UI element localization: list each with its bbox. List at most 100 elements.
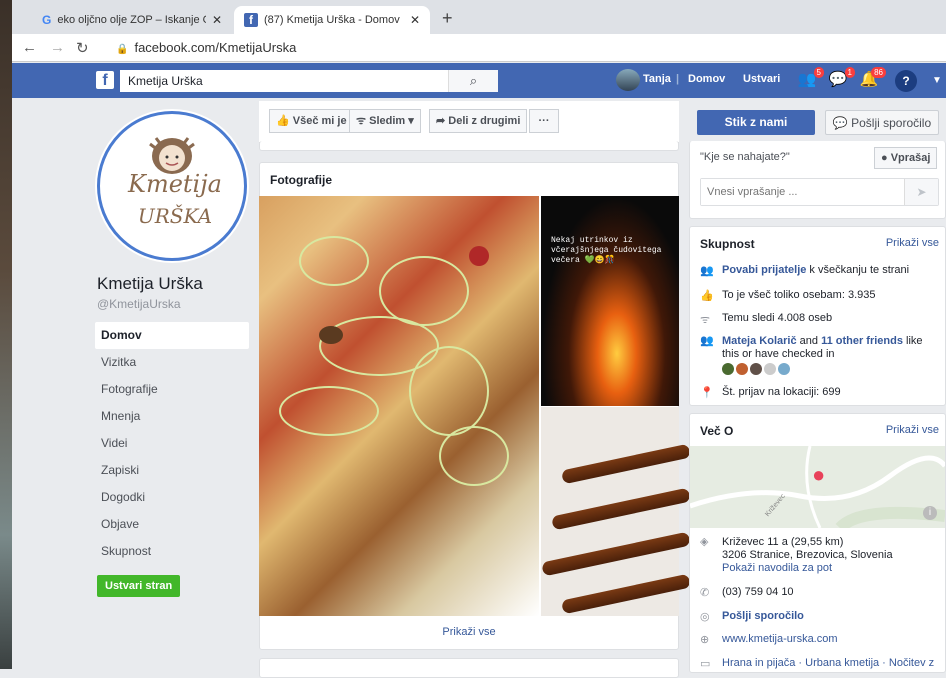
invite-friends-link[interactable]: Povabi prijatelje [722, 264, 806, 276]
facebook-header: f ⌕ Tanja | Domov Ustvari 👥5 💬1 🔔86 ? ▼ [12, 63, 946, 98]
send-icon[interactable]: ➤ [904, 179, 938, 205]
community-title[interactable]: Skupnost [700, 237, 755, 251]
back-icon[interactable]: ← [22, 39, 37, 56]
website-row: ⊕ www.kmetija-urska.com [700, 633, 838, 646]
friend-requests-icon[interactable]: 👥 5 [796, 67, 824, 92]
create-page-button[interactable]: Ustvari stran [97, 575, 181, 597]
checkins-row: 📍 Št. prijav na lokaciji: 699 [700, 386, 841, 399]
nav-create[interactable]: Ustvari [743, 73, 780, 85]
friends-icon: 👥 [700, 265, 714, 277]
avatar[interactable] [778, 363, 790, 375]
lock-icon: 🔒 [116, 44, 129, 55]
reload-icon[interactable]: ↻ [76, 39, 89, 57]
avatar[interactable] [616, 69, 640, 91]
phone-row: ✆ (03) 759 04 10 [700, 586, 794, 599]
nav-item-objave[interactable]: Objave [95, 511, 249, 538]
nav-item-dogodki[interactable]: Dogodki [95, 484, 249, 511]
photos-show-all-link[interactable]: Prikaži vse [259, 626, 679, 638]
nav-item-skupnost[interactable]: Skupnost [95, 538, 249, 565]
nav-home[interactable]: Domov [688, 73, 725, 85]
logo-text-urska: URŠKA [137, 204, 213, 228]
photo-fire-caption: Nekaj utrinkov iz včerajšnjega čudoviteg… [551, 236, 662, 265]
profile-link[interactable]: Tanja [643, 73, 671, 85]
nav-item-domov[interactable]: Domov [95, 322, 249, 349]
page-action-bar: 👍 Všeč mi je ᯤ Sledim ▾ ➦ Deli z drugimi… [259, 101, 679, 143]
next-card-edge [259, 658, 679, 678]
friend-name-link[interactable]: Mateja Kolarič [722, 335, 797, 347]
messenger-icon[interactable]: 💬 1 [827, 67, 855, 92]
nav-item-vizitka[interactable]: Vizitka [95, 349, 249, 376]
facebook-logo-icon[interactable]: f [96, 71, 114, 89]
photo-fire[interactable] [541, 196, 679, 406]
thumbs-up-icon: 👍 [276, 115, 293, 127]
like-label: Všeč mi je [292, 115, 347, 127]
background-strip [0, 0, 12, 669]
send-message-label: Pošlji sporočilo [851, 116, 932, 130]
close-icon[interactable]: ✕ [212, 13, 222, 27]
tab-title: eko oljčno olje ZOP – Iskanje Go [57, 14, 206, 26]
category-links[interactable]: Hrana in pijača · Urbana kmetija · Nočit… [722, 657, 934, 669]
send-message-button[interactable]: 💬 Pošlji sporočilo [825, 110, 939, 135]
avatar[interactable] [764, 363, 776, 375]
browser-tabstrip: G eko oljčno olje ZOP – Iskanje Go ✕ f (… [12, 0, 946, 34]
url-field[interactable]: 🔒 facebook.com/KmetijaUrska [116, 40, 296, 55]
browser-tab-google[interactable]: G eko oljčno olje ZOP – Iskanje Go ✕ [32, 6, 232, 34]
photo-food[interactable] [259, 196, 539, 616]
previous-card-edge [259, 141, 679, 151]
phone-icon: ✆ [700, 587, 710, 599]
search-icon[interactable]: ⌕ [448, 70, 498, 92]
friends-icon: 👥 [700, 335, 714, 347]
ask-button[interactable]: ● Vprašaj [874, 147, 938, 169]
browser-tab-facebook[interactable]: f (87) Kmetija Urška - Domov ✕ [234, 6, 430, 34]
notifications-badge: 86 [871, 67, 886, 78]
other-friends-link[interactable]: 11 other friends [821, 335, 903, 347]
nav-item-fotografije[interactable]: Fotografije [95, 376, 249, 403]
help-icon[interactable]: ? [895, 70, 917, 92]
question-card: "Kje se nahajate?" ● Vprašaj ➤ [689, 141, 946, 219]
page-navigation: Domov Vizitka Fotografije Mnenja Videi Z… [95, 322, 249, 565]
directions-link[interactable]: Pokaži navodila za pot [722, 562, 832, 574]
search-input[interactable] [120, 70, 460, 92]
location-map[interactable]: Križevec ● i [690, 446, 945, 528]
about-show-all-link[interactable]: Prikaži vse [886, 424, 939, 436]
avatar[interactable] [736, 363, 748, 375]
likes-row: 👍 To je všeč toliko osebam: 3.935 [700, 289, 875, 302]
search-box: ⌕ [120, 70, 498, 92]
photos-title[interactable]: Fotografije [270, 173, 332, 187]
question-input[interactable] [701, 179, 901, 205]
nav-item-zapiski[interactable]: Zapiski [95, 457, 249, 484]
follow-button[interactable]: ᯤ Sledim ▾ [349, 109, 421, 133]
contact-us-button[interactable]: Stik z nami [697, 110, 815, 135]
avatar[interactable] [722, 363, 734, 375]
tag-icon: ▭ [700, 658, 711, 670]
close-icon[interactable]: ✕ [410, 13, 420, 27]
nav-item-mnenja[interactable]: Mnenja [95, 403, 249, 430]
notifications-icon[interactable]: 🔔 86 [858, 67, 886, 92]
nav-item-videi[interactable]: Videi [95, 430, 249, 457]
new-tab-button[interactable]: + [442, 8, 453, 29]
like-button[interactable]: 👍 Všeč mi je [269, 109, 354, 133]
more-options-button[interactable]: ··· [529, 109, 559, 133]
question-input-box: ➤ [700, 178, 939, 206]
address-row: ◈ Križevec 11 a (29,55 km) 3206 Stranice, … [700, 536, 893, 575]
community-show-all-link[interactable]: Prikaži vse [886, 237, 939, 249]
page-username[interactable]: @KmetijaUrska [97, 297, 181, 311]
info-icon[interactable]: i [923, 506, 937, 520]
followers-count: Temu sledi 4.008 oseb [722, 312, 833, 324]
forward-icon[interactable]: → [50, 39, 65, 56]
invite-friends-text: k všečkanju te strani [806, 264, 910, 276]
ask-label: Vprašaj [890, 152, 931, 164]
address-bar: ← → ↻ 🔒 facebook.com/KmetijaUrska [12, 34, 946, 62]
thumbs-up-icon: 👍 [700, 290, 714, 302]
send-message-link[interactable]: Pošlji sporočilo [722, 610, 804, 622]
photo-wooden-spoons[interactable] [541, 407, 692, 616]
website-link[interactable]: www.kmetija-urska.com [722, 633, 838, 645]
messenger-icon: ● [881, 152, 891, 164]
address-line1: Križevec 11 a (29,55 km) [722, 536, 844, 548]
page-title[interactable]: Kmetija Urška [97, 274, 203, 294]
about-title[interactable]: Več O [700, 424, 733, 438]
share-button[interactable]: ➦ Deli z drugimi [429, 109, 528, 133]
chevron-down-icon[interactable]: ▼ [926, 70, 946, 92]
avatar[interactable] [750, 363, 762, 375]
category-row: ▭ Hrana in pijača · Urbana kmetija · Noči… [700, 657, 934, 670]
